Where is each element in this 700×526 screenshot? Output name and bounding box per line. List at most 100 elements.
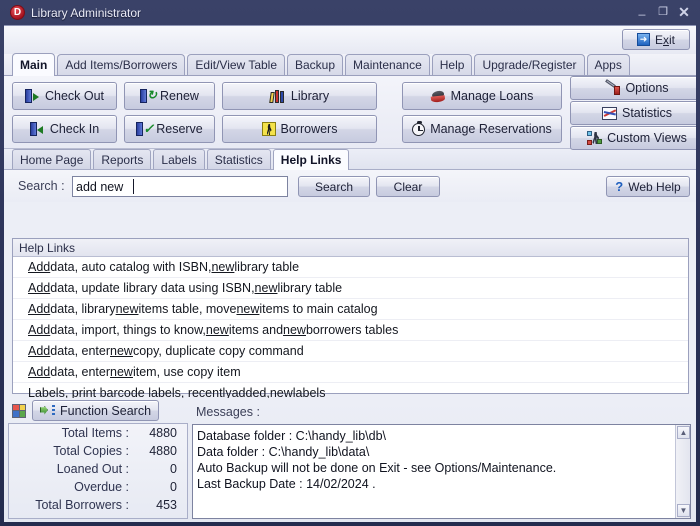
match-term: Add [28,344,51,358]
loans-icon [430,89,446,103]
help-link-row[interactable]: Add data, import, things to know, new it… [13,320,688,341]
tab-edit-view-table[interactable]: Edit/View Table [187,54,285,75]
tab-main[interactable]: Main [12,53,56,76]
exit-button-label: Exit [654,32,675,47]
scroll-up-icon[interactable]: ▲ [677,426,690,439]
tab-backup[interactable]: Backup [287,54,344,75]
statistics-button[interactable]: Statistics [570,101,696,125]
messages-box[interactable]: Database folder : C:\handy_lib\db\ Data … [192,424,691,519]
statistic-value: 4880 [149,426,177,440]
subtab-statistics[interactable]: Statistics [206,149,271,169]
row-text: data, import, things to know, [50,323,206,337]
exit-button[interactable]: ➜ Exit [622,29,690,50]
statistic-label: Total Copies : [53,444,129,458]
application-window: D Library Administrator _ ❐ ✕ ➜ Exit Mai… [0,0,700,526]
match-term: Add [28,260,51,274]
row-text: data, update library data using ISBN, [50,281,255,295]
close-icon[interactable]: ✕ [677,5,691,19]
row-text: copy, duplicate copy command [132,344,304,358]
color-grid-icon [12,403,26,418]
function-search-button[interactable]: Function Search [32,400,160,421]
function-search-bar: Function Search [12,400,160,421]
borrowers-button[interactable]: Borrowers [222,115,377,143]
statistics-summary: Total Items : 4880 Total Copies : 4880 Loane… [8,423,188,519]
maximize-icon[interactable]: ❐ [656,6,670,18]
window-controls: _ ❐ ✕ [635,3,691,20]
custom-views-label: Custom Views [607,131,687,145]
exit-toolbar: ➜ Exit [4,26,696,54]
clear-button[interactable]: Clear [376,176,440,197]
check-in-button[interactable]: Check In [12,115,117,143]
app-logo-icon: D [10,5,25,20]
match-term: new [110,365,133,379]
statistic-row: Overdue : 0 [9,478,187,496]
help-link-row[interactable]: Add data, enter new item, use copy item [13,362,688,383]
subtab-labels[interactable]: Labels [153,149,205,169]
statistic-label: Loaned Out : [56,462,129,476]
match-term: Add [28,281,51,295]
search-input[interactable] [72,176,288,197]
help-link-row[interactable]: Add data, update library data using ISBN… [13,278,688,299]
help-link-row[interactable]: Add data, auto catalog with ISBN, new li… [13,257,688,278]
check-in-label: Check In [49,122,100,136]
match-term: Add [28,302,51,316]
custom-views-button[interactable]: Custom Views [570,126,696,150]
reserve-label: Reserve [156,122,203,136]
match-term: new [254,281,278,295]
search-label: Search : [18,179,65,193]
statistic-label: Total Items : [61,426,129,440]
options-label: Options [625,81,669,95]
tab-apps[interactable]: Apps [586,54,630,75]
title-bar: D Library Administrator _ ❐ ✕ [4,0,696,25]
match-term: new [110,344,133,358]
tab-upgrade-register[interactable]: Upgrade/Register [474,54,585,75]
tab-help[interactable]: Help [431,54,473,75]
search-button[interactable]: Search [298,176,370,197]
sub-tab-bar: Home Page Reports Labels Statistics Help… [4,149,696,170]
web-help-button[interactable]: ? Web Help [606,176,690,197]
help-links-list[interactable]: Add data, auto catalog with ISBN, new li… [13,257,688,404]
row-text: data, library [50,302,116,316]
messages-text: Database folder : C:\handy_lib\db\ Data … [197,429,557,491]
manage-loans-button[interactable]: Manage Loans [402,82,562,110]
help-link-row[interactable]: Add data, library new items table, move … [13,299,688,320]
messages-label: Messages : [196,405,260,419]
match-term: Add [28,323,51,337]
match-term: Add [28,365,51,379]
minimize-icon[interactable]: _ [635,3,649,20]
check-out-button[interactable]: Check Out [12,82,117,110]
row-text: items to main catalog [259,302,378,316]
main-toolbar: Check Out Check In ↻ Renew ✓ Reserve Lib… [4,76,696,150]
match-term: new [236,302,260,316]
match-term: new [115,302,139,316]
tab-maintenance[interactable]: Maintenance [345,54,430,75]
manage-reservations-button[interactable]: Manage Reservations [402,115,562,143]
statistics-label: Statistics [621,106,672,120]
scroll-down-icon[interactable]: ▼ [677,504,690,517]
library-label: Library [290,89,330,103]
function-search-icon [40,404,55,417]
row-text: data, enter [50,365,111,379]
books-icon [269,89,286,103]
book-out-icon [24,89,40,103]
match-term: new [211,260,235,274]
reserve-button[interactable]: ✓ Reserve [124,115,215,143]
library-button[interactable]: Library [222,82,377,110]
subtab-help-links[interactable]: Help Links [272,149,350,170]
subtab-home-page[interactable]: Home Page [12,149,92,169]
help-link-row[interactable]: Add data, enter new copy, duplicate copy… [13,341,688,362]
statistic-row: Total Items : 4880 [9,424,187,442]
question-mark-icon: ? [615,179,624,194]
renew-button[interactable]: ↻ Renew [124,82,215,110]
match-term: new [205,323,229,337]
subtab-reports[interactable]: Reports [93,149,152,169]
messages-scrollbar[interactable]: ▲ ▼ [675,425,690,518]
tab-add-items-borrowers[interactable]: Add Items/Borrowers [57,54,186,75]
help-links-panel: Help Links Add data, auto catalog with I… [12,238,689,404]
row-text: items table, move [138,302,237,316]
statistic-value: 4880 [149,444,177,458]
statistic-label: Total Borrowers : [35,498,129,512]
statistic-value: 0 [170,480,177,494]
options-button[interactable]: Options [570,76,696,100]
client-area: ➜ Exit Main Add Items/Borrowers Edit/Vie… [4,25,696,522]
